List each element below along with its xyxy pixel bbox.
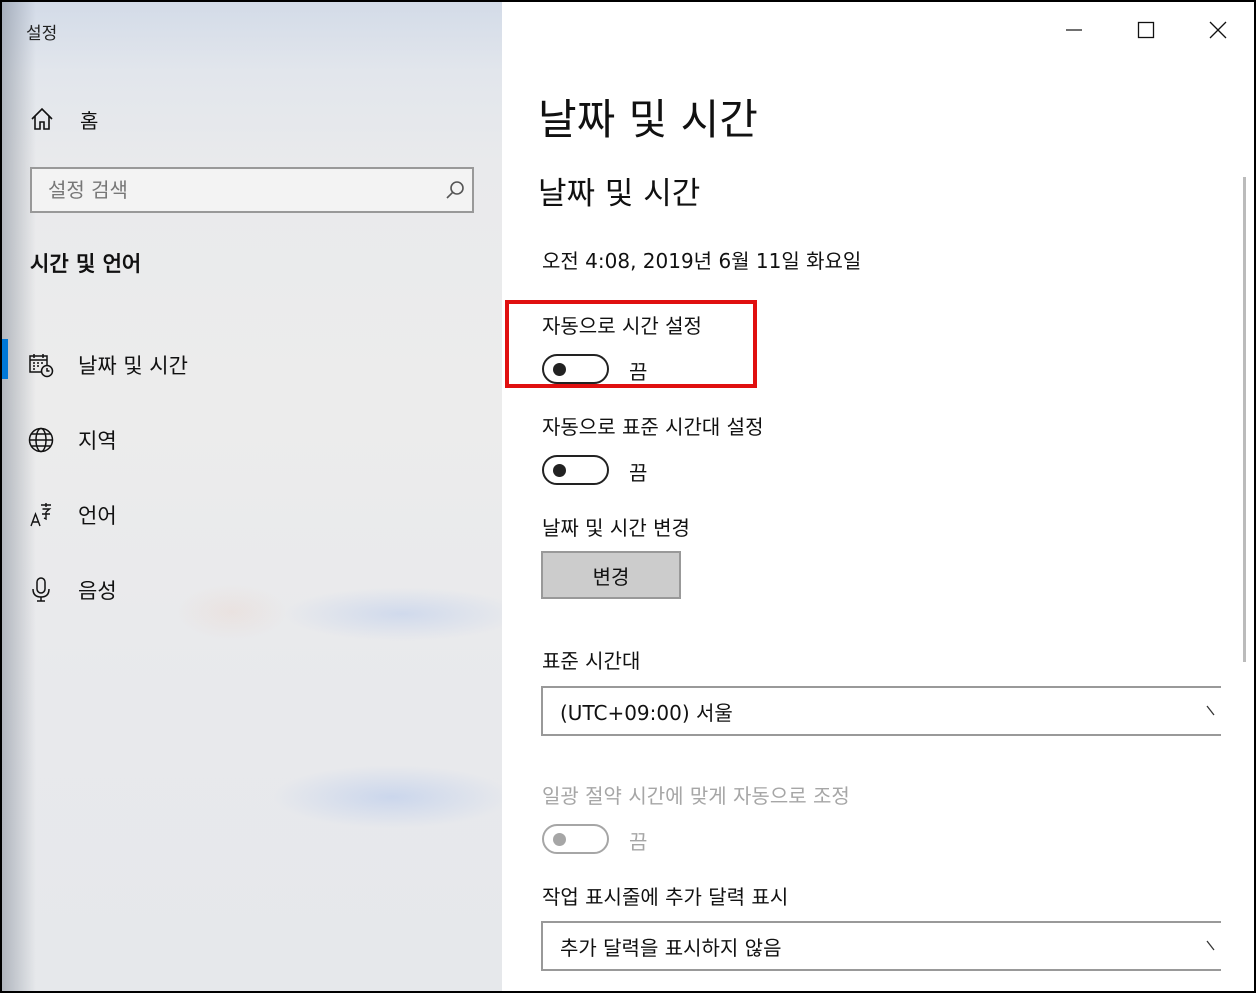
toggle-knob bbox=[553, 363, 566, 376]
auto-timezone-label: 자동으로 표준 시간대 설정 bbox=[542, 415, 764, 439]
change-button[interactable]: 변경 bbox=[541, 551, 681, 599]
sidebar-section-title: 시간 및 언어 bbox=[30, 252, 142, 276]
settings-window: 설정 홈 시간 및 언어 bbox=[2, 2, 1254, 991]
dst-label: 일광 절약 시간에 맞게 자동으로 조정 bbox=[542, 784, 850, 808]
auto-timezone-state: 끔 bbox=[629, 461, 648, 485]
selected-indicator bbox=[2, 339, 8, 379]
chevron-down-icon bbox=[1206, 940, 1215, 951]
timezone-select[interactable]: (UTC+09:00) 서울 bbox=[541, 686, 1221, 736]
sidebar-item-region[interactable]: 지역 bbox=[2, 402, 502, 477]
app-title: 설정 bbox=[26, 24, 58, 44]
timezone-label: 표준 시간대 bbox=[542, 649, 641, 673]
section-title: 날짜 및 시간 bbox=[538, 176, 701, 212]
globe-icon bbox=[24, 423, 58, 457]
minimize-button[interactable] bbox=[1038, 2, 1110, 58]
taskbar-calendar-select[interactable]: 추가 달력을 표시하지 않음 bbox=[541, 921, 1221, 971]
sidebar-item-home[interactable]: 홈 bbox=[26, 102, 466, 136]
sidebar-nav: 날짜 및 시간 지역 언어 음성 bbox=[2, 327, 502, 627]
dst-toggle[interactable] bbox=[542, 824, 609, 854]
auto-time-toggle[interactable] bbox=[542, 354, 609, 384]
window-controls bbox=[1038, 2, 1254, 58]
sidebar-item-label: 음성 bbox=[78, 578, 117, 603]
search-icon[interactable] bbox=[438, 179, 472, 201]
content-pane: 날짜 및 시간 날짜 및 시간 오전 4:08, 2019년 6월 11일 화요… bbox=[502, 2, 1254, 991]
close-icon bbox=[1209, 21, 1227, 39]
sidebar-item-language[interactable]: 언어 bbox=[2, 477, 502, 552]
microphone-icon bbox=[24, 573, 58, 607]
sidebar-item-label: 홈 bbox=[80, 108, 99, 133]
sidebar-item-speech[interactable]: 음성 bbox=[2, 552, 502, 627]
close-button[interactable] bbox=[1182, 2, 1254, 58]
taskbar-calendar-label: 작업 표시줄에 추가 달력 표시 bbox=[542, 885, 789, 909]
language-icon bbox=[24, 498, 58, 532]
sidebar-item-label: 지역 bbox=[78, 428, 117, 453]
current-datetime: 오전 4:08, 2019년 6월 11일 화요일 bbox=[542, 249, 862, 273]
calendar-clock-icon bbox=[24, 348, 58, 382]
maximize-button[interactable] bbox=[1110, 2, 1182, 58]
taskbar-calendar-value: 추가 달력을 표시하지 않음 bbox=[560, 935, 782, 960]
maximize-icon bbox=[1137, 21, 1155, 39]
auto-timezone-toggle[interactable] bbox=[542, 455, 609, 485]
scrollbar[interactable] bbox=[1243, 177, 1246, 662]
change-datetime-label: 날짜 및 시간 변경 bbox=[542, 516, 690, 540]
search-box bbox=[30, 167, 474, 213]
minimize-icon bbox=[1066, 29, 1082, 31]
sidebar-item-date-time[interactable]: 날짜 및 시간 bbox=[2, 327, 502, 402]
toggle-knob bbox=[553, 833, 566, 846]
timezone-value: (UTC+09:00) 서울 bbox=[560, 700, 733, 725]
sidebar-item-label: 날짜 및 시간 bbox=[78, 353, 188, 378]
sidebar-item-label: 언어 bbox=[78, 503, 117, 528]
chevron-down-icon bbox=[1206, 705, 1215, 716]
page-title: 날짜 및 시간 bbox=[538, 95, 758, 144]
toggle-knob bbox=[553, 464, 566, 477]
sidebar: 설정 홈 시간 및 언어 bbox=[2, 2, 502, 991]
home-icon bbox=[26, 103, 58, 135]
search-input[interactable] bbox=[32, 178, 438, 202]
dst-state: 끔 bbox=[629, 830, 648, 854]
auto-time-label: 자동으로 시간 설정 bbox=[542, 314, 702, 338]
auto-time-state: 끔 bbox=[629, 360, 648, 384]
